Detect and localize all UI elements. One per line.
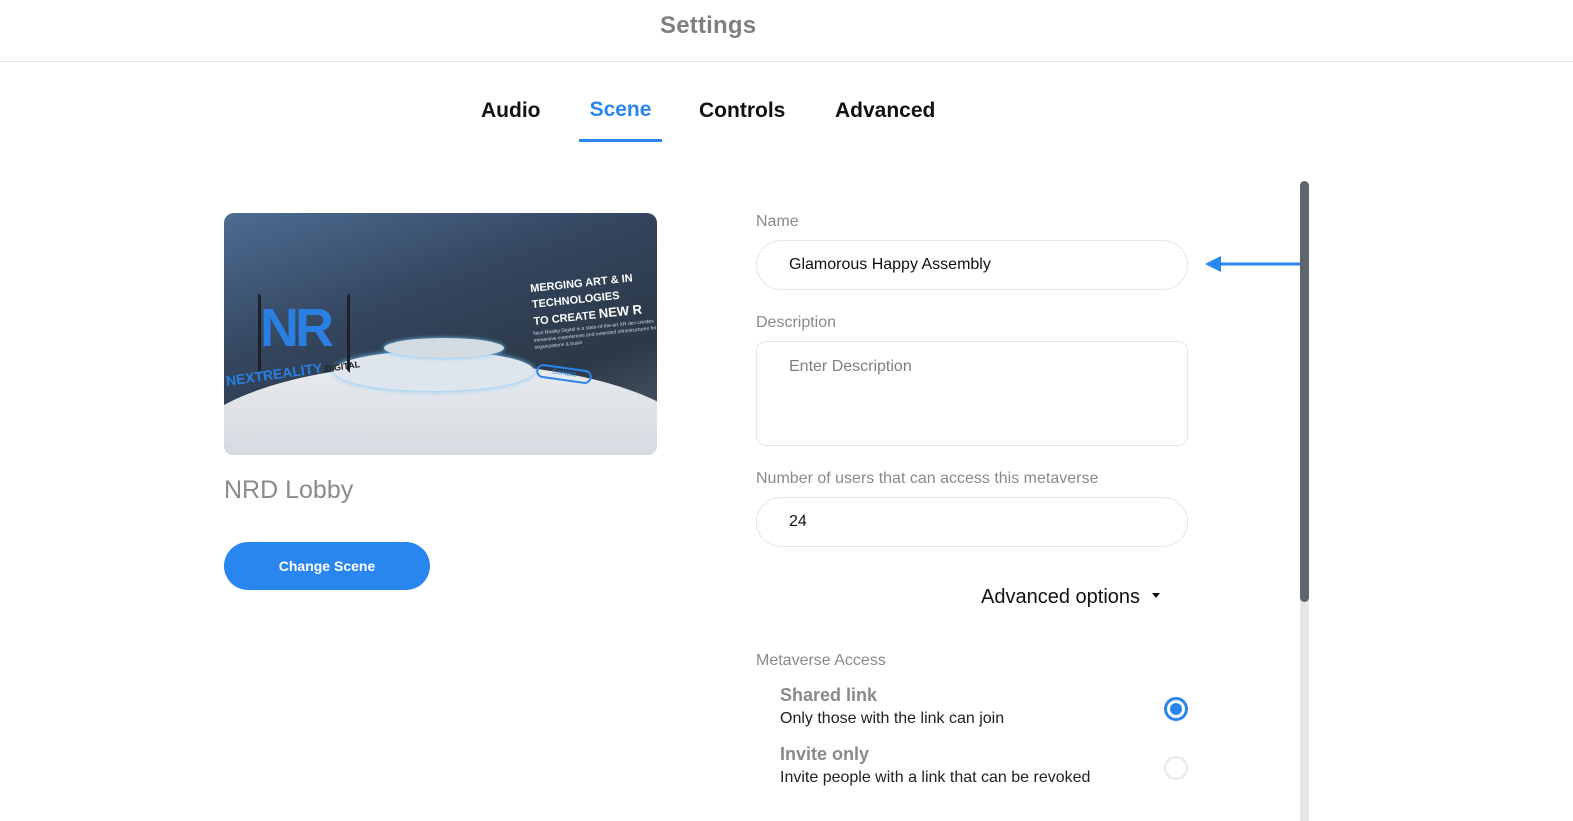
- option-description: Only those with the link can join: [780, 710, 1005, 727]
- name-label: Name: [756, 213, 799, 230]
- scene-preview-image: NR NEXTREALITY.DIGITAL MERGING ART & IN …: [224, 213, 657, 455]
- advanced-options-toggle[interactable]: Advanced options: [981, 586, 1161, 609]
- access-label: Metaverse Access: [756, 652, 886, 669]
- tab-audio[interactable]: Audio: [481, 96, 540, 142]
- radio-shared-link[interactable]: [1164, 697, 1188, 721]
- name-input[interactable]: [756, 240, 1188, 290]
- scrollbar-thumb[interactable]: [1300, 181, 1309, 602]
- description-label: Description: [756, 314, 837, 331]
- advanced-options-label: Advanced options: [981, 586, 1141, 608]
- access-option-invite-only[interactable]: Invite only Invite people with a link th…: [780, 744, 1200, 794]
- tab-advanced[interactable]: Advanced: [835, 96, 935, 142]
- description-input[interactable]: [756, 341, 1188, 446]
- arrow-left-icon: [1205, 256, 1307, 272]
- tab-controls[interactable]: Controls: [699, 96, 785, 142]
- scene-platform: [384, 338, 504, 358]
- tab-scene[interactable]: Scene: [579, 96, 662, 142]
- option-title: Invite only: [780, 744, 870, 764]
- radio-invite-only[interactable]: [1164, 756, 1188, 780]
- headline-big: NEW R: [598, 301, 643, 322]
- scene-name: NRD Lobby: [224, 476, 354, 504]
- caret-down-icon: [1152, 593, 1161, 598]
- users-label: Number of users that can access this met…: [756, 470, 1099, 487]
- option-title: Shared link: [780, 685, 878, 705]
- access-option-shared-link[interactable]: Shared link Only those with the link can…: [780, 685, 1200, 735]
- tab-bar: Audio Scene Controls Advanced: [0, 96, 1573, 146]
- users-input[interactable]: [756, 497, 1188, 547]
- header: Settings: [0, 0, 1573, 62]
- option-description: Invite people with a link that can be re…: [780, 769, 1091, 786]
- page-title: Settings: [660, 12, 757, 39]
- nr-logo: NR: [260, 298, 334, 358]
- change-scene-button[interactable]: Change Scene: [224, 542, 430, 590]
